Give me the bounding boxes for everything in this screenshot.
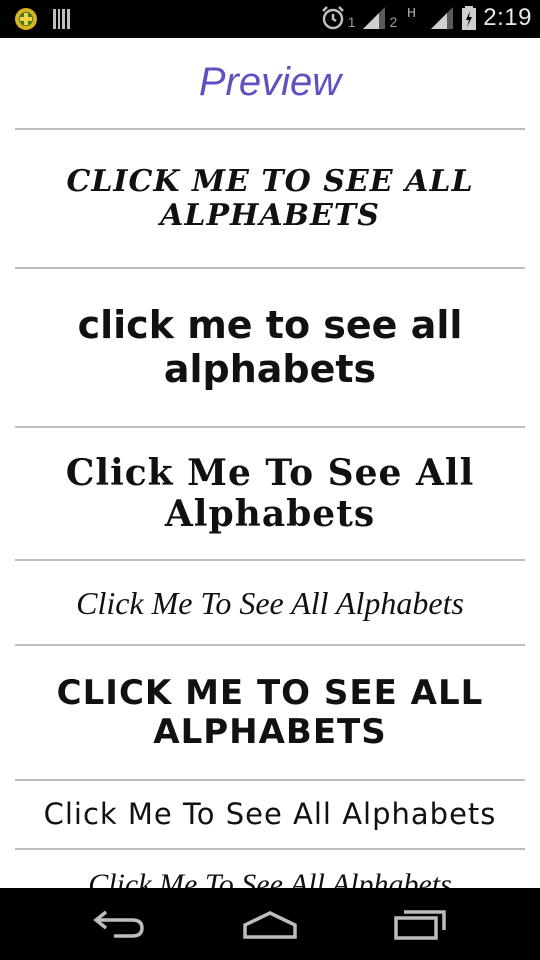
app-notification-icon	[15, 8, 37, 30]
font-option-7[interactable]: Click Me To See All Alphabets	[0, 868, 540, 888]
battery-icon	[462, 6, 477, 30]
recents-button[interactable]	[380, 902, 460, 946]
font-sample-text: CLICK ME TO SEE ALL ALPHABETS	[66, 163, 474, 233]
font-sample-text: click me to see all alphabets	[77, 303, 463, 391]
sim1-label: 1	[347, 14, 356, 30]
signal-sim1-icon	[363, 7, 386, 29]
font-option-2[interactable]: click me to see all alphabets	[0, 269, 540, 427]
system-icons: 1 2 H 2:19	[320, 4, 532, 32]
notification-icons	[14, 7, 72, 31]
font-sample-text: Click Me To See All Alphabets	[43, 797, 497, 832]
font-option-3[interactable]: Click Me To See All Alphabets	[0, 428, 540, 560]
font-sample-text: Click Me To See All Alphabets	[76, 584, 464, 621]
font-option-5[interactable]: CLICK ME TO SEE ALL ALPHABETS	[0, 646, 540, 780]
alarm-icon	[321, 6, 344, 30]
font-sample-text: Click Me To See All Alphabets	[88, 868, 452, 888]
signal-sim2-icon	[431, 7, 454, 29]
data-h-icon: H	[407, 6, 416, 20]
navigation-bar	[0, 888, 540, 960]
page-title: Preview	[198, 60, 342, 104]
clock: 2:19	[483, 4, 532, 31]
back-button[interactable]	[80, 902, 160, 946]
font-preview-list[interactable]: CLICK ME TO SEE ALL ALPHABETS click me t…	[0, 128, 540, 888]
back-icon	[93, 910, 144, 938]
font-sample-text: Click Me To See All Alphabets	[65, 451, 475, 535]
barcode-icon	[53, 9, 70, 29]
font-option-1[interactable]: CLICK ME TO SEE ALL ALPHABETS	[0, 130, 540, 268]
sim2-label: 2	[389, 14, 398, 30]
home-icon	[243, 911, 297, 939]
svg-text:H: H	[407, 6, 416, 20]
font-option-6[interactable]: Click Me To See All Alphabets	[0, 781, 540, 849]
divider	[15, 848, 525, 850]
header: Preview	[0, 38, 540, 130]
recents-icon	[394, 910, 446, 940]
status-bar: 1 2 H 2:19	[0, 0, 540, 38]
home-button[interactable]	[230, 902, 310, 946]
font-sample-text: CLICK ME TO SEE ALL ALPHABETS	[56, 672, 484, 752]
font-option-4[interactable]: Click Me To See All Alphabets	[0, 561, 540, 645]
